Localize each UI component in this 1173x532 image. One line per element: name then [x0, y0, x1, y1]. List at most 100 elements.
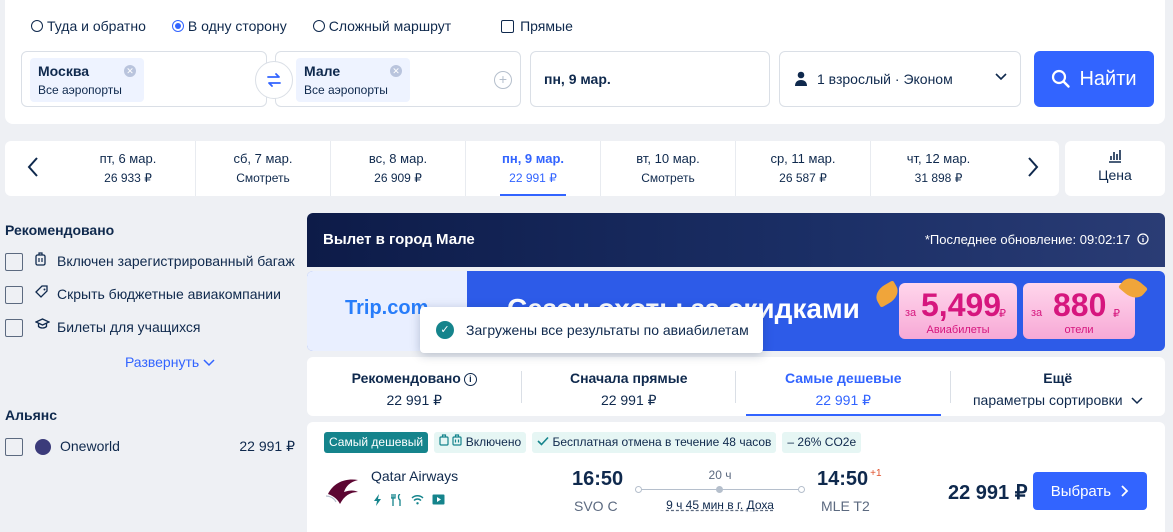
arrival-airport: MLE T2: [821, 498, 870, 514]
bag-icon: [439, 434, 449, 446]
passengers-field[interactable]: 1 взрослый · Эконом: [779, 51, 1021, 107]
arrival-time: 14:50 +1: [817, 468, 882, 491]
chevron-down-icon: [203, 359, 215, 367]
sort-tab-more[interactable]: Ещё параметры сортировки: [951, 357, 1166, 416]
info-icon[interactable]: [1137, 233, 1149, 245]
sort-label: Сначала прямые: [569, 370, 688, 386]
expand-label: Развернуть: [124, 354, 200, 370]
price-chart-label: Цена: [1098, 167, 1132, 183]
flight-duration: 20 ч 9 ч 45 мин в г. Доха: [635, 468, 805, 512]
trip-type-round-trip[interactable]: Туда и обратно: [31, 18, 146, 34]
date-cell[interactable]: ср, 11 мар. 26 587 ₽: [736, 141, 871, 196]
date-cell[interactable]: сб, 7 мар. Смотреть: [196, 141, 331, 196]
flight-price: 22 991 ₽: [948, 482, 1028, 504]
cheapest-badge: Самый дешевый: [324, 432, 429, 453]
active-indicator: [746, 414, 941, 416]
next-dates-button[interactable]: [1019, 156, 1047, 184]
filter-hide-budget[interactable]: Скрыть бюджетные авиакомпании: [5, 285, 295, 304]
power-icon: [374, 494, 381, 506]
promo-prefix: за: [1031, 307, 1043, 319]
date-cell[interactable]: вс, 8 мар. 26 909 ₽: [331, 141, 466, 196]
origin-field[interactable]: Москва Все аэропорты ✕: [21, 51, 267, 107]
date-carousel: пт, 6 мар. 26 933 ₽ сб, 7 мар. Смотреть вс…: [5, 141, 1059, 196]
search-button-label: Найти: [1079, 67, 1137, 90]
info-icon[interactable]: i: [463, 373, 477, 386]
checkbox-icon[interactable]: [5, 319, 23, 337]
sort-label: Ещё: [1043, 370, 1073, 386]
route-line: [635, 485, 805, 495]
trip-type-label: Туда и обратно: [47, 18, 146, 34]
departure-airport: SVO C: [574, 498, 618, 514]
tag-icon: [35, 285, 51, 302]
oneworld-logo-icon: [35, 438, 51, 455]
trip-com-logo: Trip.com: [345, 297, 429, 319]
checkbox-icon[interactable]: [5, 286, 23, 304]
promo-flights-caption: Авиабилеты: [926, 324, 990, 336]
arrival-day-offset: +1: [870, 468, 882, 479]
chevron-left-icon: [27, 157, 38, 177]
alliance-name: Oneworld: [60, 438, 120, 454]
chevron-down-icon: [1130, 397, 1143, 405]
date-cell[interactable]: вт, 10 мар. Смотреть: [601, 141, 736, 196]
stopover-info[interactable]: 9 ч 45 мин в г. Доха: [635, 498, 805, 512]
filter-checked-baggage[interactable]: Включен зарегистрированный багаж: [5, 252, 295, 271]
swap-cities-button[interactable]: [255, 61, 293, 99]
sort-tab-recommended[interactable]: Рекомендовано i 22 991 ₽: [307, 357, 522, 416]
promo-hotels-price: 880: [1053, 287, 1107, 323]
promo-currency: ₽: [1113, 308, 1120, 320]
sort-value: 22 991 ₽: [600, 392, 657, 408]
filter-heading-recommended: Рекомендовано: [5, 222, 115, 238]
destination-field[interactable]: Мале Все аэропорты ✕ +: [275, 51, 521, 107]
date-label: чт, 12 мар.: [906, 151, 971, 166]
clear-destination-icon[interactable]: ✕: [390, 65, 402, 77]
trip-type-one-way[interactable]: В одну сторону: [171, 18, 287, 34]
filter-alliance-oneworld[interactable]: Oneworld 22 991 ₽: [5, 437, 295, 456]
entertainment-icon: [432, 494, 445, 505]
date-cell[interactable]: чт, 12 мар. 31 898 ₽: [871, 141, 1006, 196]
search-panel: Туда и обратно В одну сторону Сложный ма…: [5, 0, 1165, 124]
included-label: Включено: [465, 435, 522, 449]
origin-city: Москва: [38, 63, 90, 79]
date-price: 22 991 ₽: [509, 171, 557, 185]
airline-name: Qatar Airways: [371, 468, 459, 484]
last-updated: *Последнее обновление: 09:02:17: [925, 232, 1149, 247]
select-label: Выбрать: [1050, 482, 1112, 500]
date-cell-selected[interactable]: пн, 9 мар. 22 991 ₽: [466, 141, 601, 196]
trip-type-label: В одну сторону: [187, 18, 287, 34]
promo-currency: ₽: [999, 308, 1006, 320]
check-circle-icon: ✓: [436, 321, 454, 339]
date-field[interactable]: пн, 9 мар.: [530, 51, 770, 107]
bar-chart-icon: [1109, 150, 1121, 163]
filters-sidebar: Рекомендовано Включен зарегистрированный…: [5, 222, 295, 456]
destination-title: Вылет в город Мале: [323, 231, 475, 248]
trip-type-label: Сложный маршрут: [328, 18, 452, 34]
sort-value: 22 991 ₽: [815, 392, 872, 408]
flight-tags: Самый дешевый Включено Бесплатная отмена…: [324, 432, 862, 453]
destination-banner: Вылет в город Мале *Последнее обновление…: [307, 213, 1165, 267]
sort-tab-cheapest[interactable]: Самые дешевые 22 991 ₽: [736, 357, 951, 416]
price-chart-button[interactable]: Цена: [1065, 141, 1165, 196]
date-label: пт, 6 мар.: [99, 151, 157, 166]
date-cells: пт, 6 мар. 26 933 ₽ сб, 7 мар. Смотреть вс…: [61, 141, 1009, 196]
meal-icon: [391, 494, 401, 506]
date-price: 26 909 ₽: [374, 171, 422, 185]
sort-tab-direct-first[interactable]: Сначала прямые 22 991 ₽: [522, 357, 737, 416]
included-badge[interactable]: Включено: [434, 432, 527, 453]
flight-result-card[interactable]: Самый дешевый Включено Бесплатная отмена…: [307, 422, 1165, 532]
direct-only-checkbox[interactable]: Прямые: [501, 18, 573, 34]
checkbox-icon[interactable]: [5, 438, 23, 456]
checkbox-icon[interactable]: [5, 253, 23, 271]
date-label: сб, 7 мар.: [233, 151, 293, 166]
filter-students[interactable]: Билеты для учащихся: [5, 318, 295, 337]
destination-sub: Все аэропорты: [304, 83, 388, 97]
search-button[interactable]: Найти: [1034, 51, 1154, 107]
prev-dates-button[interactable]: [19, 156, 47, 184]
select-flight-button[interactable]: Выбрать: [1033, 472, 1147, 510]
add-destination-icon[interactable]: +: [494, 71, 512, 89]
date-cell[interactable]: пт, 6 мар. 26 933 ₽: [61, 141, 196, 196]
expand-filters-link[interactable]: Развернуть: [5, 354, 295, 370]
check-icon: [537, 436, 549, 446]
clear-origin-icon[interactable]: ✕: [124, 65, 136, 77]
trip-type-multi-city[interactable]: Сложный маршрут: [312, 18, 452, 34]
promo-prefix: за: [905, 307, 917, 319]
